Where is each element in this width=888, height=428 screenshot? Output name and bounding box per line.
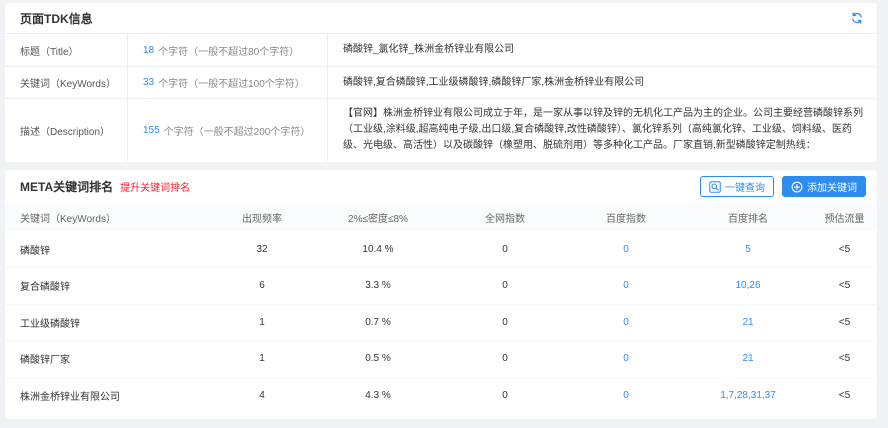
- keyword-cell: 磷酸锌厂家: [5, 340, 210, 378]
- tdk-char-count: 33 个字符（一般不超过100个字符）: [128, 67, 328, 98]
- density-cell: 10.4 %: [314, 231, 442, 268]
- table-row: 磷酸锌厂家 1 0.5 % 0 0 21 <5: [5, 340, 877, 378]
- table-row: 工业级磷酸锌 1 0.7 % 0 0 21 <5: [5, 304, 877, 341]
- baidu-rank-cell: 5: [684, 231, 812, 268]
- tdk-char-count: 155 个字符（一般不超过200个字符）: [128, 99, 328, 161]
- frequency-cell: 32: [210, 231, 314, 268]
- baidu-index-cell: 0: [568, 340, 684, 378]
- tdk-label-text: 标题（Title）: [20, 46, 79, 58]
- baidu-rank-cell: 1,7,28,31,37: [684, 377, 812, 414]
- col-header-frequency: 出现频率: [210, 203, 314, 231]
- meta-keyword-card: META关键词排名 提升关键词排名 一键查询 添加关键词 关键词（KeyWord…: [5, 170, 877, 419]
- tdk-content: 【官网】株洲金桥锌业有限公司成立于年，是一家从事以锌及锌的无机化工产品为主的企业…: [328, 99, 877, 161]
- baidu-index-cell: 0: [568, 377, 684, 414]
- char-count-hint: 个字符（一般不超过80个字符）: [158, 46, 300, 58]
- baidu-rank-link[interactable]: 10,26: [735, 280, 760, 291]
- baidu-rank-link[interactable]: 5: [745, 244, 751, 255]
- tdk-row-title: 标题（Title） 18 个字符（一般不超过80个字符） 磷酸锌_氯化锌_株洲金桥…: [5, 34, 877, 67]
- frequency-cell: 4: [259, 390, 265, 401]
- estimated-traffic-cell: <5: [838, 390, 851, 401]
- tdk-card-header: 页面TDK信息: [5, 3, 877, 34]
- table-row: 复合磷酸锌 6 3.3 % 0 0 10,26 <5: [5, 267, 877, 305]
- header-actions: 一键查询 添加关键词: [700, 176, 866, 197]
- baidu-index-cell: 0: [568, 267, 684, 305]
- density-cell: 4.3 %: [365, 390, 391, 401]
- col-header-network-index: 全网指数: [442, 203, 568, 231]
- col-header-baidu-index: 百度指数: [568, 203, 684, 231]
- baidu-rank-link[interactable]: 1,7,28,31,37: [720, 390, 776, 401]
- plus-circle-icon: [791, 181, 803, 193]
- baidu-index-link[interactable]: 0: [623, 317, 629, 328]
- col-header-estimated-traffic: 预估流量: [812, 203, 877, 231]
- network-index-cell: 0: [442, 231, 568, 268]
- frequency-cell: 1: [210, 340, 314, 378]
- col-header-keyword: 关键词（KeyWords）: [5, 203, 210, 231]
- tdk-info-card: 页面TDK信息 标题（Title） 18 个字符（一般不超过80个字符） 磷酸锌_…: [5, 3, 877, 162]
- density-cell: 0.7 %: [314, 304, 442, 341]
- char-count-hint: 个字符（一般不超过200个字符）: [163, 126, 311, 138]
- tdk-label-text: 关键词（KeyWords）: [20, 79, 116, 90]
- tdk-label: 描述（Description）: [5, 99, 128, 161]
- meta-card-title: META关键词排名: [20, 180, 114, 194]
- baidu-rank-cell: 21: [684, 340, 812, 378]
- table-row: 磷酸锌 32 10.4 % 0 0 5 <5: [5, 231, 877, 268]
- estimated-traffic-cell: <5: [812, 231, 877, 268]
- add-button-label: 添加关键词: [807, 183, 857, 194]
- baidu-index-cell: 0: [568, 231, 684, 268]
- network-index-cell: 0: [442, 340, 568, 378]
- tdk-content-text: 【官网】株洲金桥锌业有限公司成立于年，是一家从事以锌及锌的无机化工产品为主的企业…: [343, 108, 863, 151]
- tdk-content: 磷酸锌,复合磷酸锌,工业级磷酸锌,磷酸锌厂家,株洲金桥锌业有限公司: [328, 67, 877, 98]
- meta-card-header: META关键词排名 提升关键词排名 一键查询 添加关键词: [5, 170, 877, 203]
- tdk-content-text: 磷酸锌,复合磷酸锌,工业级磷酸锌,磷酸锌厂家,株洲金桥锌业有限公司: [343, 76, 645, 88]
- estimated-traffic-cell: <5: [812, 304, 877, 341]
- keyword-cell: 株洲金桥锌业有限公司: [20, 392, 120, 403]
- network-index-cell: 0: [442, 267, 568, 305]
- network-index-cell: 0: [442, 304, 568, 341]
- keyword-cell: 复合磷酸锌: [5, 267, 210, 305]
- baidu-index-cell: 0: [568, 304, 684, 341]
- tdk-content-text: 磷酸锌_氯化锌_株洲金桥锌业有限公司: [343, 44, 515, 55]
- tdk-content: 磷酸锌_氯化锌_株洲金桥锌业有限公司: [328, 34, 877, 66]
- search-icon: [709, 180, 721, 193]
- keyword-cell: 工业级磷酸锌: [5, 304, 210, 341]
- estimated-traffic-cell: <5: [812, 267, 877, 305]
- tdk-row-keywords: 关键词（KeyWords） 33 个字符（一般不超过100个字符） 磷酸锌,复合磷…: [5, 67, 877, 99]
- baidu-rank-cell: 10,26: [684, 267, 812, 305]
- network-index-cell: 0: [502, 390, 508, 401]
- tdk-card-title: 页面TDK信息: [20, 11, 93, 26]
- one-click-query-button[interactable]: 一键查询: [700, 176, 774, 197]
- char-count-number: 33: [143, 77, 155, 88]
- tdk-table: 标题（Title） 18 个字符（一般不超过80个字符） 磷酸锌_氯化锌_株洲金桥…: [5, 34, 877, 161]
- tdk-label-text: 描述（Description）: [20, 126, 111, 138]
- add-keyword-button[interactable]: 添加关键词: [782, 176, 866, 197]
- keyword-cell: 磷酸锌: [5, 231, 210, 268]
- query-button-label: 一键查询: [725, 183, 765, 194]
- improve-ranking-link[interactable]: 提升关键词排名: [120, 179, 190, 194]
- frequency-cell: 1: [210, 304, 314, 341]
- tdk-char-count: 18 个字符（一般不超过80个字符）: [128, 34, 328, 66]
- density-cell: 0.5 %: [314, 340, 442, 378]
- baidu-rank-cell: 21: [684, 304, 812, 341]
- density-cell: 3.3 %: [314, 267, 442, 305]
- char-count-number: 155: [143, 124, 160, 136]
- baidu-rank-link[interactable]: 21: [742, 353, 753, 364]
- tdk-row-description: 描述（Description） 155 个字符（一般不超过200个字符） 【官网】…: [5, 99, 877, 161]
- col-header-baidu-rank: 百度排名: [684, 203, 812, 231]
- frequency-cell: 6: [210, 267, 314, 305]
- tdk-label: 标题（Title）: [5, 34, 128, 66]
- refresh-icon[interactable]: [851, 12, 863, 24]
- table-header-row: 关键词（KeyWords） 出现频率 2%≤密度≤8% 全网指数 百度指数 百度…: [5, 203, 877, 231]
- baidu-index-link[interactable]: 0: [623, 353, 629, 364]
- baidu-rank-link[interactable]: 21: [742, 317, 753, 328]
- baidu-index-link[interactable]: 0: [623, 280, 629, 291]
- table-row: 株洲金桥锌业有限公司 4 4.3 % 0 0 1,7,28,31,37 <5: [5, 377, 877, 414]
- baidu-index-link[interactable]: 0: [623, 244, 629, 255]
- char-count-hint: 个字符（一般不超过100个字符）: [158, 79, 305, 90]
- baidu-index-link[interactable]: 0: [623, 390, 629, 401]
- keyword-ranking-table: 关键词（KeyWords） 出现频率 2%≤密度≤8% 全网指数 百度指数 百度…: [5, 203, 877, 414]
- char-count-number: 18: [143, 44, 155, 56]
- estimated-traffic-cell: <5: [812, 340, 877, 378]
- col-header-density: 2%≤密度≤8%: [314, 203, 442, 231]
- tdk-label: 关键词（KeyWords）: [5, 67, 128, 98]
